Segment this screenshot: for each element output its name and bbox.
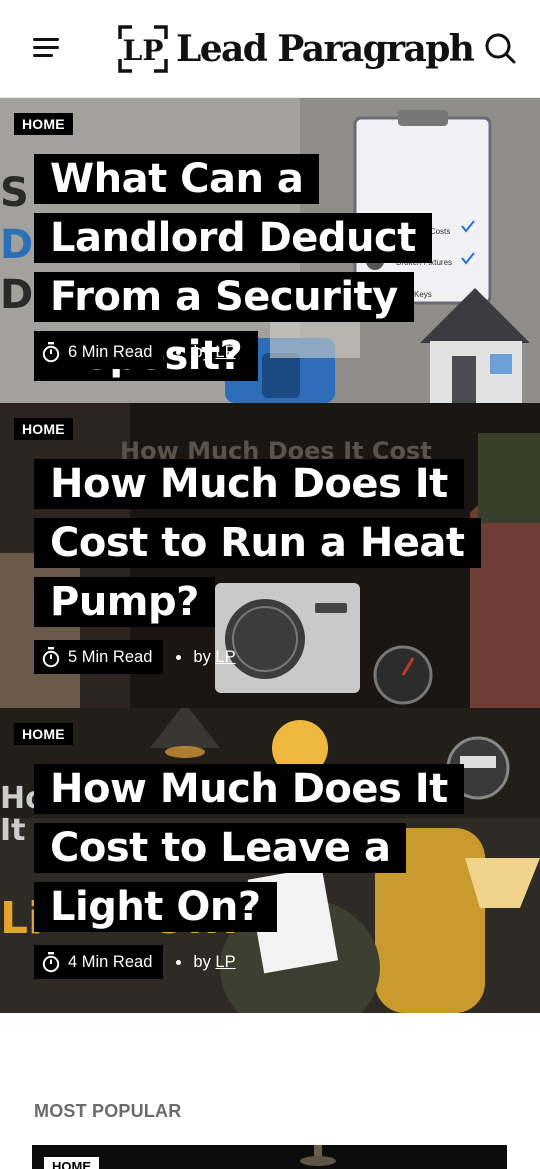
category-tag[interactable]: HOME: [14, 418, 73, 440]
category-tag[interactable]: HOME: [44, 1157, 99, 1169]
read-time: 6 Min Read: [68, 342, 153, 361]
most-popular-heading: MOST POPULAR: [34, 1101, 182, 1121]
category-tag[interactable]: HOME: [14, 723, 73, 745]
logo-mark-icon: LP: [118, 25, 168, 73]
svg-text:D: D: [0, 222, 33, 268]
article-card[interactable]: Cleaning Costs Broken Fixtures Keys S D …: [0, 98, 540, 403]
read-time-badge: 5 Min Read: [34, 640, 164, 674]
stopwatch-icon: [42, 342, 60, 363]
search-button[interactable]: [482, 30, 518, 66]
meta-separator: [176, 654, 182, 660]
article-meta: 4 Min Read by LP: [34, 944, 236, 980]
author-link[interactable]: LP: [215, 953, 235, 971]
stopwatch-icon: [42, 952, 60, 973]
menu-icon-line: [33, 38, 59, 41]
article-title[interactable]: How Much Does It Cost to Run a Heat Pump…: [34, 455, 504, 632]
svg-text:It: It: [0, 813, 26, 848]
search-icon: [485, 33, 516, 64]
stopwatch-icon: [42, 647, 60, 668]
read-time-badge: 4 Min Read: [34, 945, 164, 979]
site-logo[interactable]: LP Lead Paragraph: [118, 24, 475, 74]
article-card[interactable]: Ho It Li On? HOME How Much Does It Cost …: [0, 708, 540, 1013]
article-meta: 5 Min Read by LP: [34, 639, 236, 675]
logo-text: Lead Paragraph: [176, 28, 475, 70]
menu-icon-line: [33, 46, 59, 49]
menu-icon-line: [33, 54, 53, 57]
author-byline: by LP: [193, 342, 236, 361]
svg-text:LP: LP: [123, 34, 164, 67]
article-title[interactable]: How Much Does It Cost to Leave a Light O…: [34, 760, 504, 937]
article-meta: 6 Min Read by LP: [34, 334, 236, 370]
meta-separator: [176, 959, 182, 965]
article-card[interactable]: How Much Does It Cost HOME How Much Does…: [0, 403, 540, 708]
read-time: 5 Min Read: [68, 647, 153, 666]
read-time: 4 Min Read: [68, 952, 153, 971]
site-header: LP Lead Paragraph: [0, 0, 540, 98]
svg-text:S: S: [0, 170, 29, 216]
svg-text:D: D: [0, 272, 33, 318]
author-byline: by LP: [193, 647, 236, 666]
author-byline: by LP: [193, 952, 236, 971]
popular-article-card[interactable]: HOME: [32, 1145, 507, 1169]
author-link[interactable]: LP: [215, 648, 235, 666]
read-time-badge: 6 Min Read: [34, 335, 164, 369]
menu-button[interactable]: [30, 34, 62, 62]
meta-separator: [176, 349, 182, 355]
category-tag[interactable]: HOME: [14, 113, 73, 135]
author-link[interactable]: LP: [215, 343, 235, 361]
article-image: [32, 1145, 507, 1169]
